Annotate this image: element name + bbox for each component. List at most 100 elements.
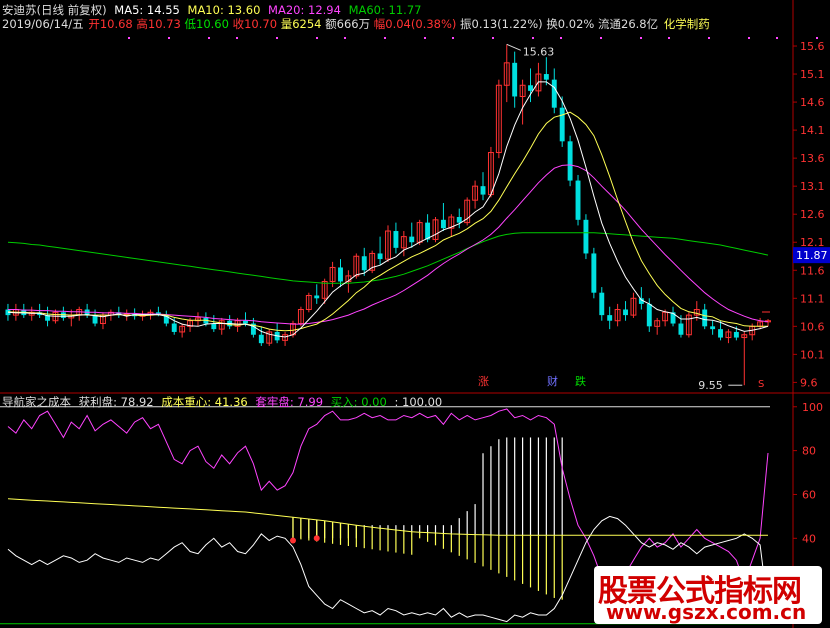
quote-close: 收10.70 [232,17,278,31]
marker-dot [316,37,318,39]
candle-body [456,217,462,223]
ma5-label: MA5: 14.55 [114,3,180,17]
candle-body [377,253,383,260]
marker-dot [668,37,670,39]
quote-industry: 化学制药 [663,17,710,31]
candle-body [733,331,739,338]
candle-body [591,253,597,293]
ma20-label: MA20: 12.94 [268,3,341,17]
event-s-marker: S [758,379,764,390]
y-tick-label: 10.6 [800,320,825,333]
event-cai-marker: 财 [547,374,558,388]
candle-body [710,326,716,330]
candle-body [543,74,549,80]
marker-dot [384,37,386,39]
y-tick-label: 13.6 [800,152,825,165]
quote-low: 低10.60 [184,17,229,31]
watermark-url: www.gszx.com.cn [606,600,807,624]
chart-canvas: 15.615.114.614.113.613.112.612.111.611.1… [0,0,830,628]
marker-dot [532,37,534,39]
marker-dot [208,37,210,39]
candle-body [258,334,264,344]
event-zhang-marker: 涨 [478,375,489,388]
y-tick-label: 11.1 [800,292,825,305]
candle-body [607,315,613,321]
y-tick-label: 14.1 [800,124,825,137]
candle-body [528,85,533,91]
candle-body [480,186,486,195]
marker-dot [560,37,562,39]
y-tick-label: 15.1 [800,68,825,81]
candle-body [678,323,684,335]
candle-body [646,303,652,327]
indicator-trapped: 套牢盘: 7.99 [255,395,324,409]
marker-dot [640,37,642,39]
marker-dot [236,37,238,39]
marker-dot [776,37,778,39]
indicator-tick-label: 100 [802,401,823,414]
candle-body [243,320,248,324]
y-tick-label: 9.6 [800,376,818,389]
y-tick-label: 14.6 [800,96,825,109]
candle-body [551,79,557,108]
candle-body [718,329,723,338]
quote-header: 2019/06/14/五 开10.68 高10.73 低10.60 收10.70… [2,17,714,31]
indicator-tick-label: 80 [802,445,816,458]
candle-body [440,219,446,229]
marker-dot [748,37,750,39]
candle-body [409,236,415,243]
quote-volume: 量6254 [280,17,322,31]
candle-body [338,267,343,282]
y-tick-label: 15.6 [800,40,825,53]
y-tick-label: 13.1 [800,180,825,193]
marker-dot [816,37,818,39]
y-tick-label: 11.6 [800,264,825,277]
high-label: 15.63 [523,45,555,58]
quote-amount: 额666万 [325,17,371,31]
quote-open: 开10.68 [88,17,133,31]
quote-float: 流通26.8亿 [598,17,659,31]
watermark: 股票公式指标网 www.gszx.com.cn [594,566,822,624]
candle-body [361,256,367,271]
marker-dot [708,37,710,39]
indicator-hundred: : 100.00 [394,395,443,409]
price-tag-label: 11.87 [796,249,828,262]
indicator-tick-label: 60 [802,488,816,501]
buy-signal [313,535,320,542]
quote-date: 2019/06/14/五 [2,17,84,31]
indicator-buy: 买入: 0.00 [330,395,387,409]
low-label: 9.55 [698,379,723,392]
stock-title: 安迪苏(日线 前复权) [2,3,107,17]
candle-body [211,323,217,330]
candle-body [314,295,320,299]
marker-dot [600,37,602,39]
candle-body [559,107,565,142]
candle-body [393,231,399,248]
marker-dot [128,37,130,39]
quote-high: 高10.73 [136,17,181,31]
y-tick-label: 10.1 [800,348,825,361]
candle-body [567,141,573,181]
event-die-marker: 跌 [575,374,586,388]
ma10-label: MA10: 13.60 [187,3,261,17]
ma60-label: MA60: 11.77 [348,3,422,17]
profit-line [7,408,769,588]
y-tick-label: 12.6 [800,208,825,221]
candle-body [575,180,581,220]
indicator-profit: 获利盘: 78.92 [78,395,154,409]
indicator-header: 导航家之成本 获利盘: 78.92 成本重心: 41.36 套牢盘: 7.99 … [2,395,446,409]
indicator-tick-label: 40 [802,532,816,545]
quote-amplitude: 振0.13(1.22%) [460,17,543,31]
candle-body [583,219,589,254]
marker-dot [424,37,426,39]
candle-body [623,309,628,316]
quote-turnover: 换0.02% [546,17,595,31]
candle-body [512,62,518,97]
marker-dot [344,37,346,39]
marker-dot [452,37,454,39]
quote-change: 幅0.04(0.38%) [373,17,457,31]
buy-signal [289,537,296,544]
marker-dot [492,37,494,39]
high-pointer [506,43,521,51]
main-chart-header: 安迪苏(日线 前复权) MA5: 14.55 MA10: 13.60 MA20:… [2,3,425,17]
